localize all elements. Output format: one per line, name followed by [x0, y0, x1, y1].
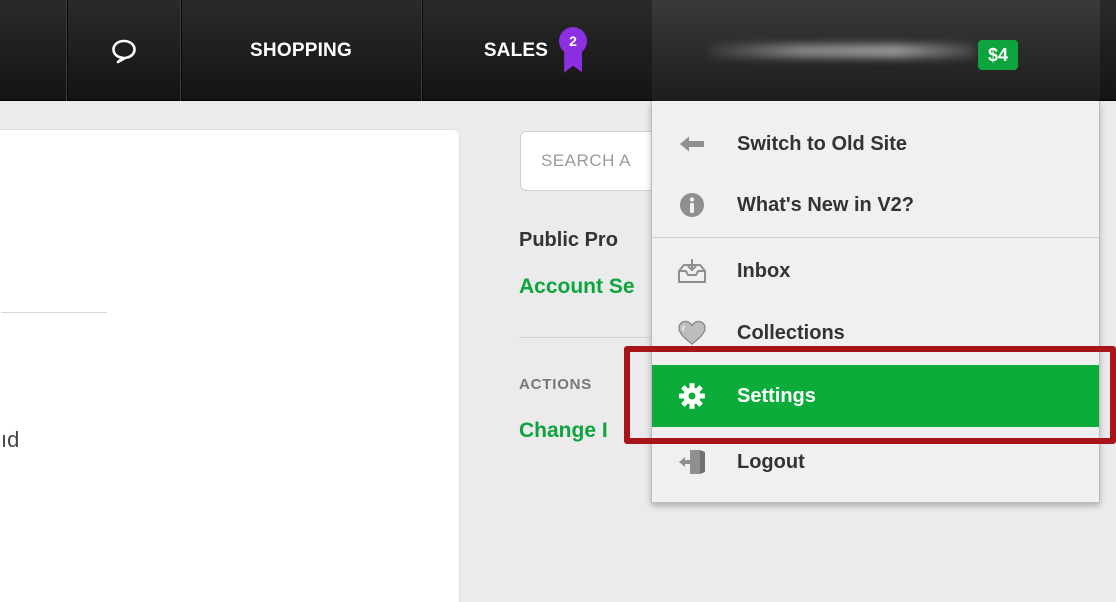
- nav-sales-link[interactable]: SALES 2: [422, 0, 650, 101]
- user-dropdown-menu: Switch to Old Site What's New in V2? Inb…: [651, 101, 1100, 503]
- heart-icon: [676, 317, 708, 349]
- menu-divider: [652, 237, 1099, 238]
- menu-item-label: Switch to Old Site: [737, 132, 908, 155]
- menu-item-switch-old-site[interactable]: Switch to Old Site: [652, 113, 1099, 175]
- card-text-fragment: ıd: [1, 427, 20, 452]
- public-profile-heading: Public Pro: [519, 229, 618, 251]
- menu-item-whats-new[interactable]: What's New in V2?: [652, 174, 1099, 236]
- menu-item-logout[interactable]: Logout: [652, 431, 1099, 493]
- sales-badge-count: 2: [559, 26, 588, 55]
- menu-item-settings[interactable]: Settings: [652, 365, 1099, 427]
- content-card: ıd: [0, 129, 460, 602]
- menu-item-label: What's New in V2?: [737, 193, 915, 216]
- nav-shopping-label: SHOPPING: [250, 39, 352, 61]
- user-name-blurred: [706, 44, 976, 58]
- menu-item-label: Settings: [737, 384, 816, 407]
- ribbon-badge-icon: 2: [558, 26, 588, 75]
- change-link[interactable]: Change I: [519, 419, 608, 443]
- top-nav-bar: SHOPPING SALES 2 $4: [0, 0, 1116, 101]
- user-menu-toggle[interactable]: $4: [652, 0, 1100, 101]
- inbox-tray-icon: [676, 255, 708, 287]
- nav-sales-label: SALES: [483, 39, 549, 61]
- menu-item-label: Collections: [737, 321, 845, 344]
- menu-item-inbox[interactable]: Inbox: [652, 240, 1099, 302]
- balance-badge: $4: [978, 40, 1019, 70]
- gear-icon: [676, 380, 708, 412]
- account-settings-link[interactable]: Account Se: [519, 275, 635, 299]
- menu-item-label: Logout: [737, 450, 805, 473]
- info-circle-icon: [676, 189, 708, 221]
- menu-item-collections[interactable]: Collections: [652, 302, 1099, 364]
- menu-item-label: Inbox: [737, 259, 791, 282]
- chat-bubble-icon: [111, 39, 136, 63]
- nav-messages-button[interactable]: [67, 0, 180, 101]
- card-divider: [1, 312, 107, 313]
- arrow-left-icon: [676, 128, 708, 160]
- actions-heading: ACTIONS: [519, 376, 593, 393]
- logout-door-icon: [676, 446, 708, 478]
- page: SHOPPING SALES 2 $4 ıd SEARCH A Public P…: [0, 0, 1116, 602]
- nav-shopping-link[interactable]: SHOPPING: [181, 0, 421, 101]
